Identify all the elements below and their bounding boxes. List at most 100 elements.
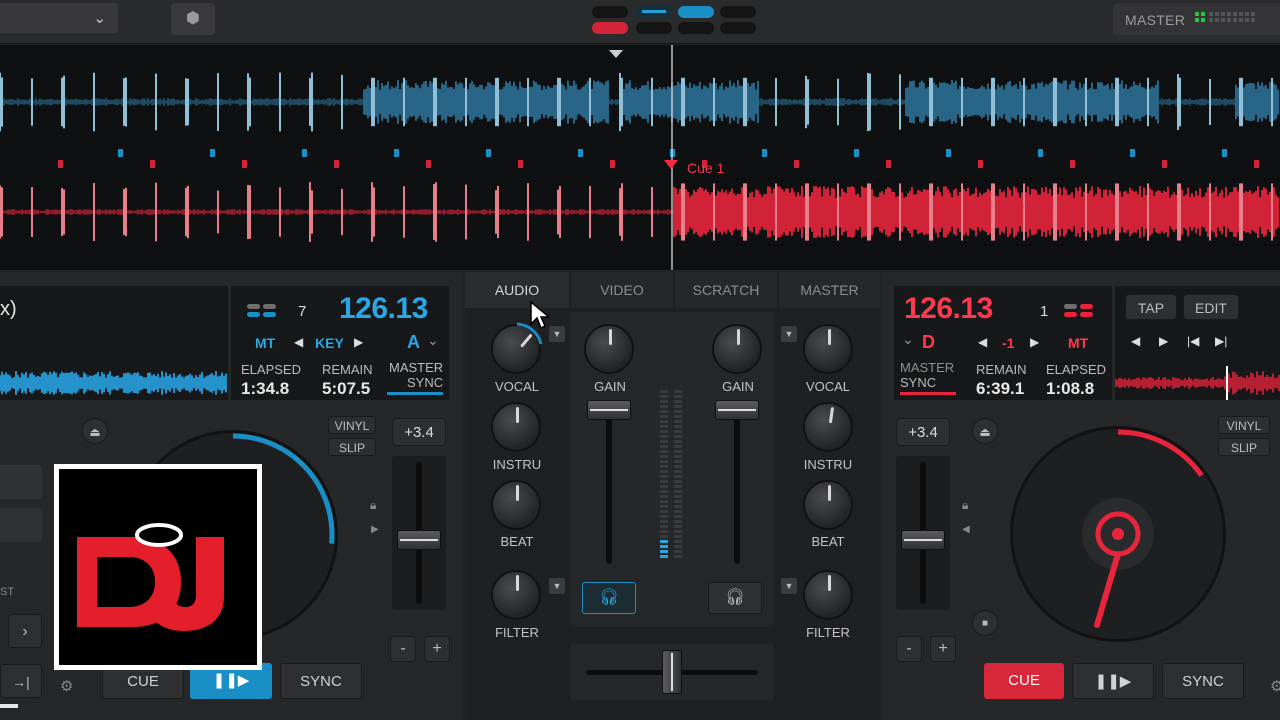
master-label: MASTER bbox=[1125, 12, 1186, 28]
left-pitch-value[interactable]: +3.4 bbox=[392, 418, 446, 446]
stop-icon[interactable]: ■ bbox=[972, 610, 998, 636]
right-instru-label: INSTRU bbox=[803, 457, 853, 472]
right-mt-button[interactable]: MT bbox=[1068, 335, 1088, 351]
right-pitch-plus[interactable]: + bbox=[930, 636, 956, 662]
left-master-label: MASTER bbox=[389, 360, 444, 375]
key-up-icon[interactable]: ▶ bbox=[354, 335, 363, 349]
left-gain-knob[interactable] bbox=[584, 324, 634, 374]
left-sync-button[interactable]: SYNC bbox=[280, 663, 362, 699]
skip-back-icon[interactable]: |◀ bbox=[1187, 334, 1199, 348]
edit-button[interactable]: EDIT bbox=[1183, 294, 1239, 320]
play-right-icon: ▶ bbox=[371, 524, 379, 535]
right-sync-label[interactable]: SYNC bbox=[900, 375, 936, 390]
right-vinyl-button[interactable]: VINYL bbox=[1218, 416, 1270, 434]
tab-video[interactable]: VIDEO bbox=[571, 272, 673, 308]
left-slip-button[interactable]: SLIP bbox=[328, 438, 376, 456]
left-pitch-plus[interactable]: + bbox=[424, 636, 450, 662]
tap-button[interactable]: TAP bbox=[1125, 294, 1177, 320]
right-pitch-value[interactable]: +3.4 bbox=[896, 418, 950, 446]
chevron-right-icon[interactable]: › bbox=[8, 614, 42, 648]
left-sync-indicator bbox=[387, 392, 443, 395]
right-slip-button[interactable]: SLIP bbox=[1218, 438, 1270, 456]
deck-right-waveform bbox=[0, 182, 1279, 242]
skip-forward-icon[interactable]: ▶| bbox=[1215, 334, 1227, 348]
right-filter-knob[interactable] bbox=[803, 570, 853, 620]
right-key-value[interactable]: D bbox=[922, 332, 935, 353]
lock-icon[interactable]: 🔒︎ bbox=[962, 498, 968, 513]
left-beat-knob[interactable] bbox=[491, 480, 541, 530]
tab-master[interactable]: MASTER bbox=[779, 272, 880, 308]
skip-end-icon[interactable]: →| bbox=[0, 664, 42, 698]
key-down-icon[interactable]: ◀ bbox=[978, 335, 987, 349]
chevron-down-icon[interactable]: ⌄ bbox=[427, 332, 439, 349]
eject-icon[interactable]: ⏏ bbox=[972, 418, 998, 444]
waveform-display[interactable]: Cue 1 bbox=[0, 45, 1280, 270]
prev-icon[interactable]: ◀ bbox=[1131, 334, 1140, 348]
left-pad-1[interactable] bbox=[0, 465, 42, 499]
left-pitch-minus[interactable]: - bbox=[390, 636, 416, 662]
right-master-label: MASTER bbox=[900, 360, 955, 375]
left-instru-label: INSTRU bbox=[492, 457, 542, 472]
left-mt-button[interactable]: MT bbox=[255, 335, 275, 351]
left-pad-2[interactable] bbox=[0, 508, 42, 542]
left-bpm[interactable]: 126.13 bbox=[339, 292, 428, 326]
left-pitch-slider[interactable] bbox=[392, 456, 446, 610]
layout-dropdown[interactable]: ⌄ bbox=[0, 3, 118, 33]
key-up-icon[interactable]: ▶ bbox=[1030, 335, 1039, 349]
right-sync-button[interactable]: SYNC bbox=[1162, 663, 1244, 699]
cube-icon[interactable]: ⬢ bbox=[171, 3, 215, 35]
left-key-label: KEY bbox=[315, 335, 344, 351]
right-vocal-label: VOCAL bbox=[805, 379, 851, 394]
left-elapsed-label: ELAPSED bbox=[241, 362, 301, 377]
deck-left-waveform bbox=[0, 72, 1279, 132]
left-filter-dropdown[interactable]: ▼ bbox=[549, 578, 565, 594]
left-eq-dropdown[interactable]: ▼ bbox=[549, 326, 565, 342]
master-level-meter bbox=[1195, 12, 1255, 22]
right-headphone-icon[interactable]: 🎧︎ bbox=[708, 582, 762, 614]
tab-scratch[interactable]: SCRATCH bbox=[675, 272, 777, 308]
right-eq-dropdown[interactable]: ▼ bbox=[781, 326, 797, 342]
right-key-offset: -1 bbox=[1002, 335, 1015, 351]
left-headphone-icon[interactable]: 🎧︎ bbox=[582, 582, 636, 614]
right-pitch-minus[interactable]: - bbox=[896, 636, 922, 662]
master-volume[interactable]: MASTER bbox=[1113, 3, 1280, 35]
left-vinyl-button[interactable]: VINYL bbox=[328, 416, 376, 434]
left-key-value[interactable]: A bbox=[407, 332, 420, 353]
right-sync-indicator bbox=[900, 392, 956, 395]
playhead-marker bbox=[609, 50, 623, 58]
left-mini-waveform[interactable] bbox=[0, 366, 228, 400]
right-mini-waveform[interactable] bbox=[1115, 366, 1280, 400]
next-icon[interactable]: ▶ bbox=[1159, 334, 1168, 348]
right-volume-fader[interactable] bbox=[715, 400, 759, 420]
left-filter-knob[interactable] bbox=[491, 570, 541, 620]
gear-icon[interactable]: ⚙ bbox=[1270, 677, 1280, 695]
right-filter-dropdown[interactable]: ▼ bbox=[781, 578, 797, 594]
key-down-icon[interactable]: ◀ bbox=[294, 335, 303, 349]
right-elapsed-label: ELAPSED bbox=[1046, 362, 1106, 377]
left-bpm-panel: 7 126.13 MT ◀ KEY ▶ A ⌄ ELAPSED 1:34.8 R… bbox=[231, 286, 449, 400]
cue-1-label[interactable]: Cue 1 bbox=[687, 160, 724, 176]
tab-audio[interactable]: AUDIO bbox=[465, 272, 569, 308]
lock-icon[interactable]: 🔒︎ bbox=[370, 498, 376, 513]
crossfader[interactable] bbox=[570, 644, 774, 700]
gear-icon[interactable]: ⚙ bbox=[60, 677, 73, 695]
right-gain-knob[interactable] bbox=[712, 324, 762, 374]
left-sync-label[interactable]: SYNC bbox=[407, 375, 443, 390]
eject-icon[interactable]: ⏏ bbox=[82, 418, 108, 444]
right-play-pause-button[interactable]: ❚❚▶ bbox=[1072, 663, 1154, 699]
right-instru-knob[interactable] bbox=[803, 402, 853, 452]
top-bar: ⌄ ⬢ MASTER bbox=[0, 0, 1280, 44]
left-gain-label: GAIN bbox=[594, 379, 626, 394]
left-beat-label: BEAT bbox=[500, 534, 534, 549]
left-volume-fader[interactable] bbox=[587, 400, 631, 420]
right-pitch-slider[interactable] bbox=[896, 456, 950, 610]
left-filter-label: FILTER bbox=[495, 625, 539, 640]
right-bpm[interactable]: 126.13 bbox=[904, 292, 993, 326]
right-cue-button[interactable]: CUE bbox=[984, 663, 1064, 699]
right-vocal-knob[interactable] bbox=[803, 324, 853, 374]
right-beat-knob[interactable] bbox=[803, 480, 853, 530]
chevron-down-icon[interactable]: ⌄ bbox=[902, 331, 914, 348]
left-instru-knob[interactable] bbox=[491, 402, 541, 452]
right-jog-wheel[interactable] bbox=[1010, 426, 1226, 642]
right-remain: 6:39.1 bbox=[976, 379, 1025, 398]
